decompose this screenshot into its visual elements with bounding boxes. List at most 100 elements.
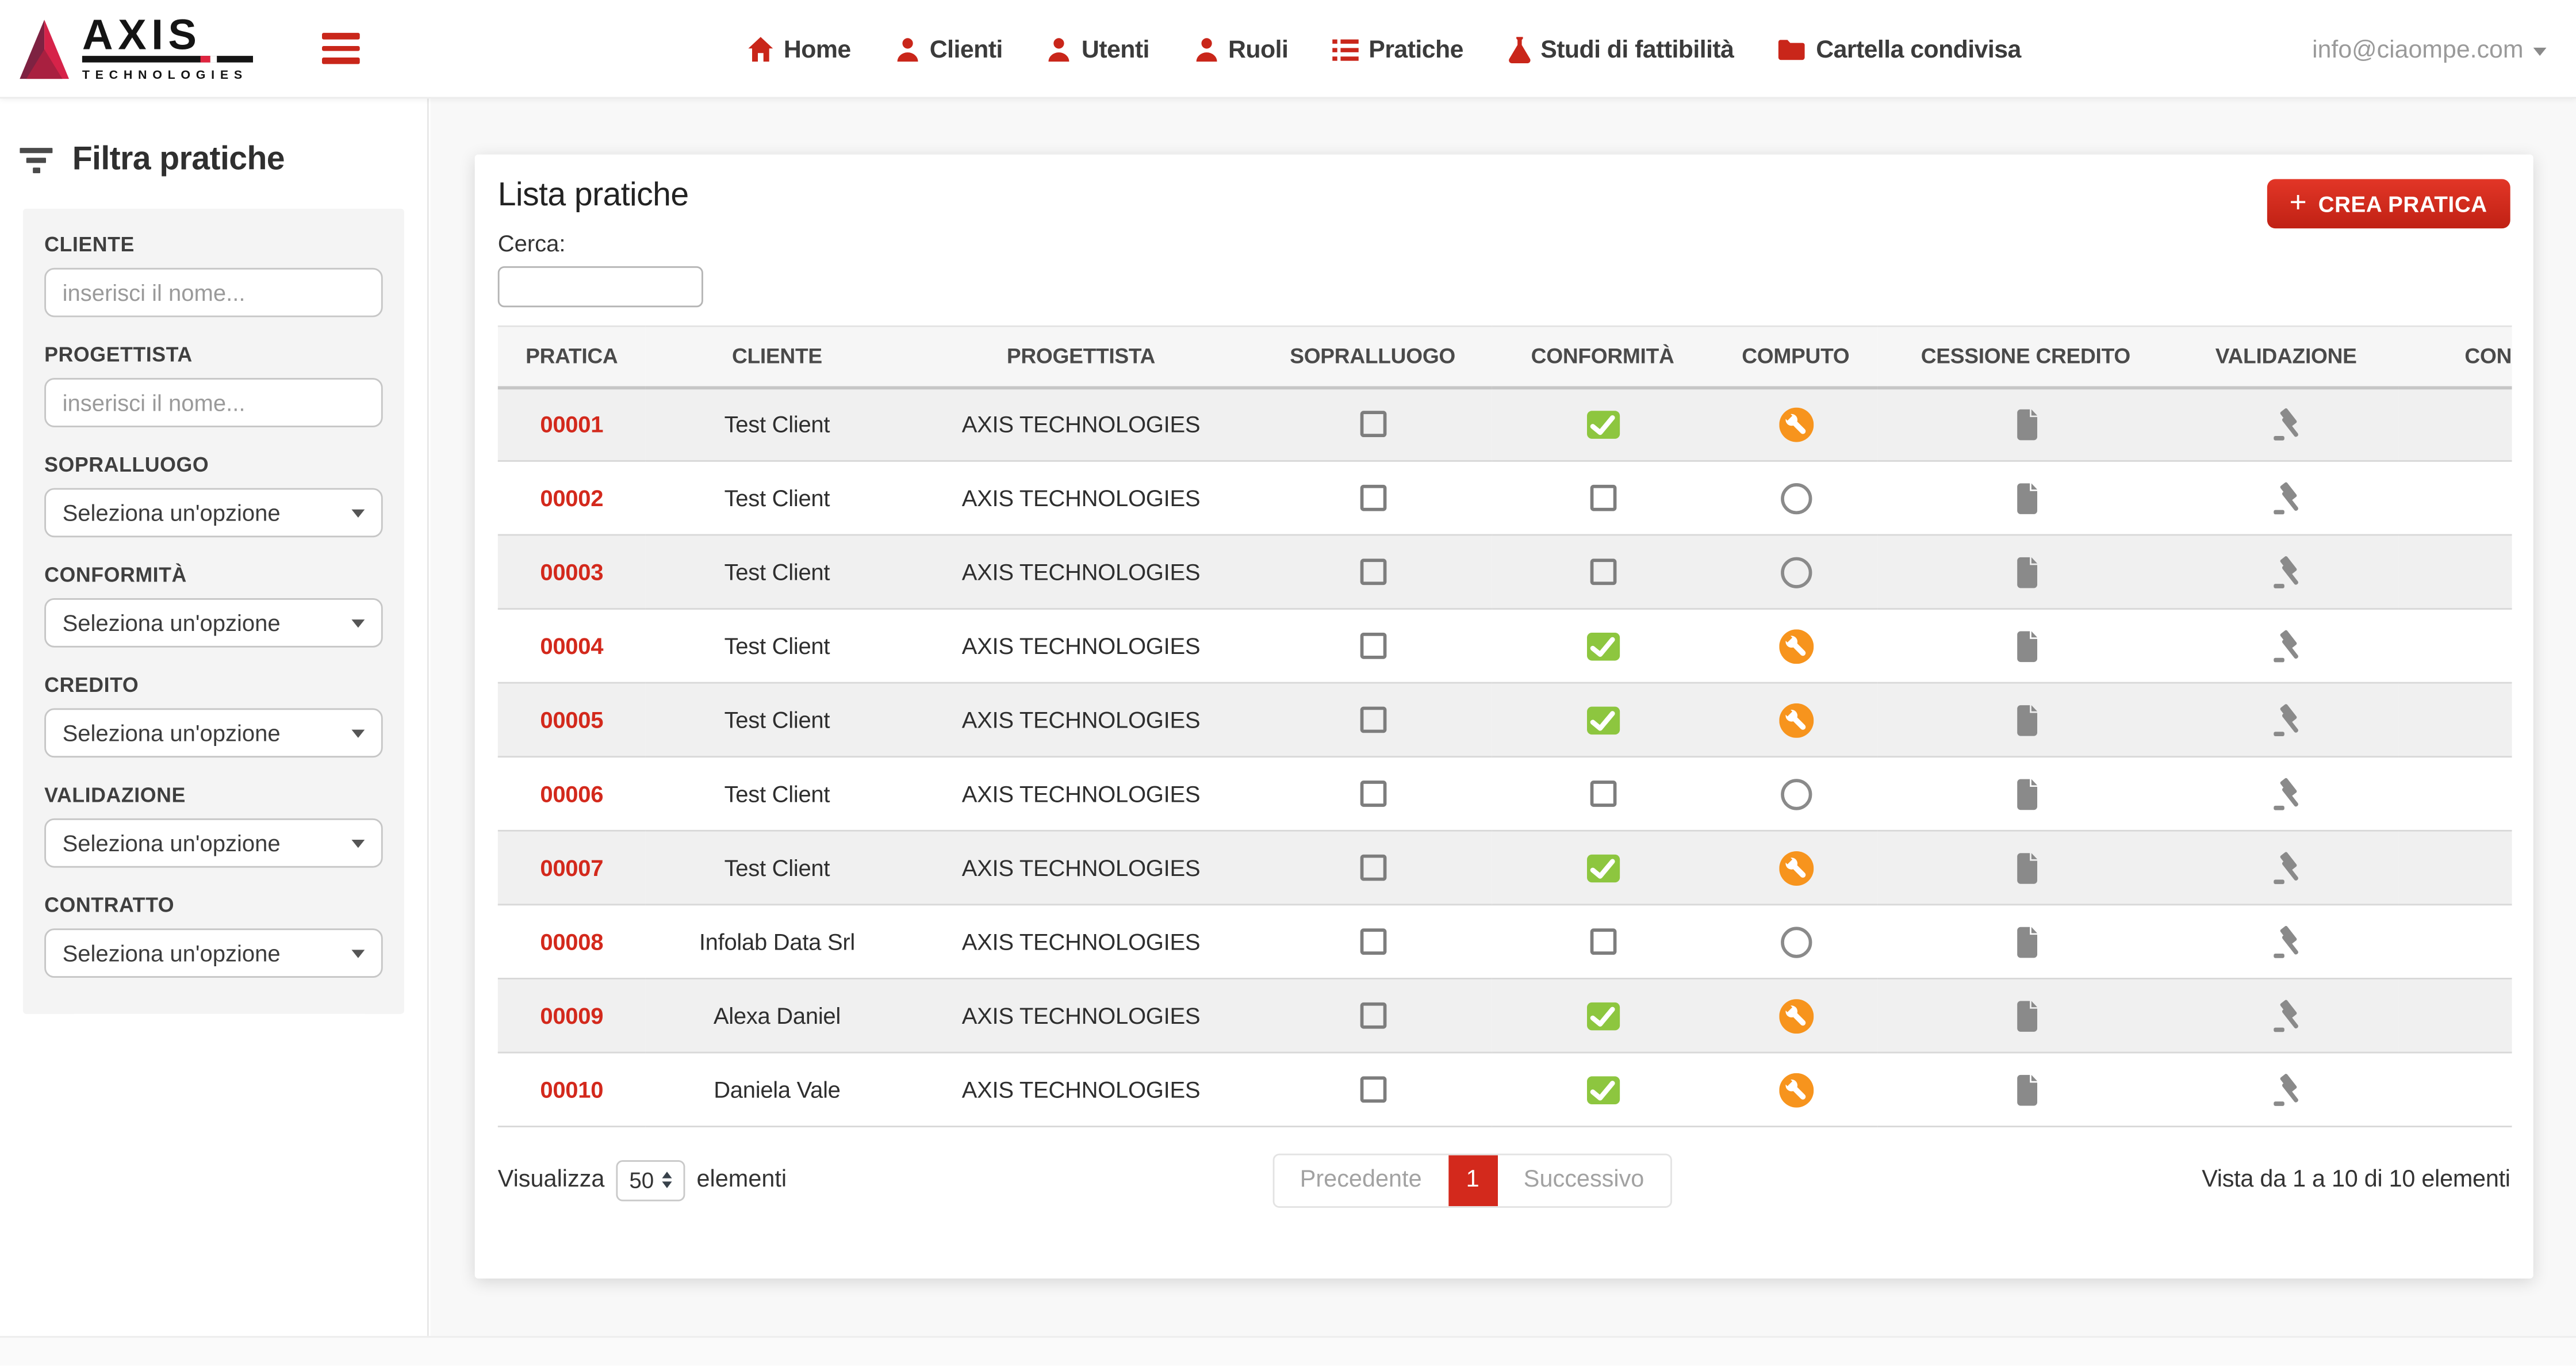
pratica-link[interactable]: 00010 <box>540 1076 603 1103</box>
nav-item-clienti[interactable]: Clienti <box>895 35 1003 63</box>
nav-item-ruoli[interactable]: Ruoli <box>1194 35 1288 63</box>
cessione-credito-document-icon[interactable] <box>2013 483 2038 514</box>
current-page-button[interactable]: 1 <box>1448 1154 1497 1206</box>
axis-logo[interactable]: AXIS TECHNOLOGIES <box>17 0 253 98</box>
computo-wrench-icon[interactable] <box>1778 629 1813 663</box>
column-header-validazione[interactable]: VALIDAZIONE <box>2174 326 2398 387</box>
cessione-credito-document-icon[interactable] <box>2013 409 2038 440</box>
column-header-cliente[interactable]: CLIENTE <box>646 326 908 387</box>
sopralluogo-checkbox[interactable] <box>1359 928 1386 955</box>
filter-select-credito[interactable]: Seleziona un'opzione <box>44 708 383 757</box>
computo-wrench-icon[interactable] <box>1778 851 1813 885</box>
cessione-credito-document-icon[interactable] <box>2013 630 2038 661</box>
column-header-pratica[interactable]: PRATICA <box>498 326 646 387</box>
sopralluogo-checkbox[interactable] <box>1359 633 1386 659</box>
nav-item-cartella-condivisa[interactable]: Cartella condivisa <box>1778 35 2021 63</box>
computo-pending-circle-icon[interactable] <box>1780 556 1811 587</box>
validazione-gavel-icon[interactable] <box>2268 406 2304 442</box>
column-header-sopralluogo[interactable]: SOPRALLUOGO <box>1254 326 1492 387</box>
nav-item-utenti[interactable]: Utenti <box>1047 35 1149 63</box>
sopralluogo-checkbox[interactable] <box>1359 1003 1386 1029</box>
nav-item-home[interactable]: Home <box>747 35 851 63</box>
filter-input-cliente[interactable] <box>44 268 383 317</box>
conformita-checked-icon[interactable] <box>1586 854 1619 882</box>
pratica-link[interactable]: 00003 <box>540 558 603 585</box>
table-row: 00005Test ClientAXIS TECHNOLOGIES <box>498 683 2512 757</box>
next-page-button[interactable]: Successivo <box>1497 1154 1670 1206</box>
validazione-gavel-icon[interactable] <box>2268 627 2304 664</box>
filter-input-progettista[interactable] <box>44 378 383 427</box>
filter-select-validazione[interactable]: Seleziona un'opzione <box>44 818 383 868</box>
validazione-gavel-icon[interactable] <box>2268 924 2304 960</box>
pratica-link[interactable]: 00008 <box>540 928 603 955</box>
table-row: 00003Test ClientAXIS TECHNOLOGIES <box>498 535 2512 609</box>
validazione-gavel-icon[interactable] <box>2268 997 2304 1034</box>
column-header-conformit-[interactable]: CONFORMITÀ <box>1492 326 1713 387</box>
cliente-cell: Test Client <box>646 831 908 905</box>
conformita-checkbox[interactable] <box>1589 558 1616 585</box>
conformita-checked-icon[interactable] <box>1586 632 1619 660</box>
crea-pratica-button[interactable]: + CREA PRATICA <box>2267 179 2510 228</box>
cessione-credito-document-icon[interactable] <box>2013 778 2038 809</box>
filter-select-conformità[interactable]: Seleziona un'opzione <box>44 598 383 648</box>
sopralluogo-checkbox[interactable] <box>1359 485 1386 511</box>
conformita-checked-icon[interactable] <box>1586 706 1619 734</box>
search-input[interactable] <box>498 266 703 307</box>
sopralluogo-checkbox[interactable] <box>1359 411 1386 438</box>
validazione-gavel-icon[interactable] <box>2268 776 2304 812</box>
conformita-checked-icon[interactable] <box>1586 1001 1619 1030</box>
cessione-credito-document-icon[interactable] <box>2013 556 2038 587</box>
computo-wrench-icon[interactable] <box>1778 1072 1813 1107</box>
column-header-contratto[interactable]: CONTRATTO <box>2398 326 2512 387</box>
nav-item-studi-di-fattibilit-[interactable]: Studi di fattibilità <box>1508 35 1734 63</box>
cessione-credito-document-icon[interactable] <box>2013 852 2038 883</box>
column-header-computo[interactable]: COMPUTO <box>1713 326 1878 387</box>
cessione-credito-document-icon[interactable] <box>2013 704 2038 735</box>
chevron-down-icon <box>2533 47 2547 55</box>
cessione-credito-document-icon[interactable] <box>2013 1000 2038 1031</box>
nav-item-pratiche[interactable]: Pratiche <box>1332 35 1463 63</box>
nav-item-label: Clienti <box>930 35 1003 63</box>
computo-pending-circle-icon[interactable] <box>1780 926 1811 957</box>
contratto-cell <box>2398 757 2512 831</box>
cessione-credito-document-icon[interactable] <box>2013 1074 2038 1105</box>
conformita-checkbox[interactable] <box>1589 928 1616 955</box>
sopralluogo-checkbox[interactable] <box>1359 855 1386 881</box>
filter-select-contratto[interactable]: Seleziona un'opzione <box>44 928 383 978</box>
validazione-gavel-icon[interactable] <box>2268 702 2304 738</box>
spinner-arrows-icon <box>662 1172 672 1188</box>
sopralluogo-checkbox[interactable] <box>1359 1076 1386 1103</box>
sopralluogo-checkbox[interactable] <box>1359 780 1386 807</box>
validazione-gavel-icon[interactable] <box>2268 1072 2304 1108</box>
validazione-gavel-icon[interactable] <box>2268 480 2304 516</box>
hamburger-menu-icon[interactable] <box>322 33 360 64</box>
previous-page-button[interactable]: Precedente <box>1274 1154 1448 1206</box>
sopralluogo-checkbox[interactable] <box>1359 707 1386 733</box>
computo-wrench-icon[interactable] <box>1778 998 1813 1033</box>
page-size-select[interactable]: 50 <box>616 1160 685 1200</box>
conformita-checkbox[interactable] <box>1589 780 1616 807</box>
computo-pending-circle-icon[interactable] <box>1780 778 1811 809</box>
pratica-link[interactable]: 00005 <box>540 707 603 733</box>
pratica-link[interactable]: 00009 <box>540 1003 603 1029</box>
conformita-checked-icon[interactable] <box>1586 411 1619 439</box>
validazione-gavel-icon[interactable] <box>2268 850 2304 886</box>
pratica-link[interactable]: 00007 <box>540 855 603 881</box>
pratica-link[interactable]: 00001 <box>540 411 603 438</box>
computo-wrench-icon[interactable] <box>1778 702 1813 737</box>
filter-group-conformità: CONFORMITÀSeleziona un'opzione <box>44 564 383 648</box>
column-header-progettista[interactable]: PROGETTISTA <box>908 326 1254 387</box>
pratica-link[interactable]: 00002 <box>540 485 603 511</box>
computo-pending-circle-icon[interactable] <box>1780 483 1811 514</box>
validazione-gavel-icon[interactable] <box>2268 554 2304 590</box>
conformita-checkbox[interactable] <box>1589 485 1616 511</box>
user-account-dropdown[interactable]: info@ciaompe.com <box>2312 0 2547 98</box>
cessione-credito-document-icon[interactable] <box>2013 926 2038 957</box>
filter-select-sopralluogo[interactable]: Seleziona un'opzione <box>44 488 383 538</box>
column-header-cessione-credito[interactable]: CESSIONE CREDITO <box>1878 326 2174 387</box>
pratica-link[interactable]: 00004 <box>540 633 603 659</box>
computo-wrench-icon[interactable] <box>1778 407 1813 442</box>
conformita-checked-icon[interactable] <box>1586 1076 1619 1104</box>
sopralluogo-checkbox[interactable] <box>1359 558 1386 585</box>
pratica-link[interactable]: 00006 <box>540 780 603 807</box>
